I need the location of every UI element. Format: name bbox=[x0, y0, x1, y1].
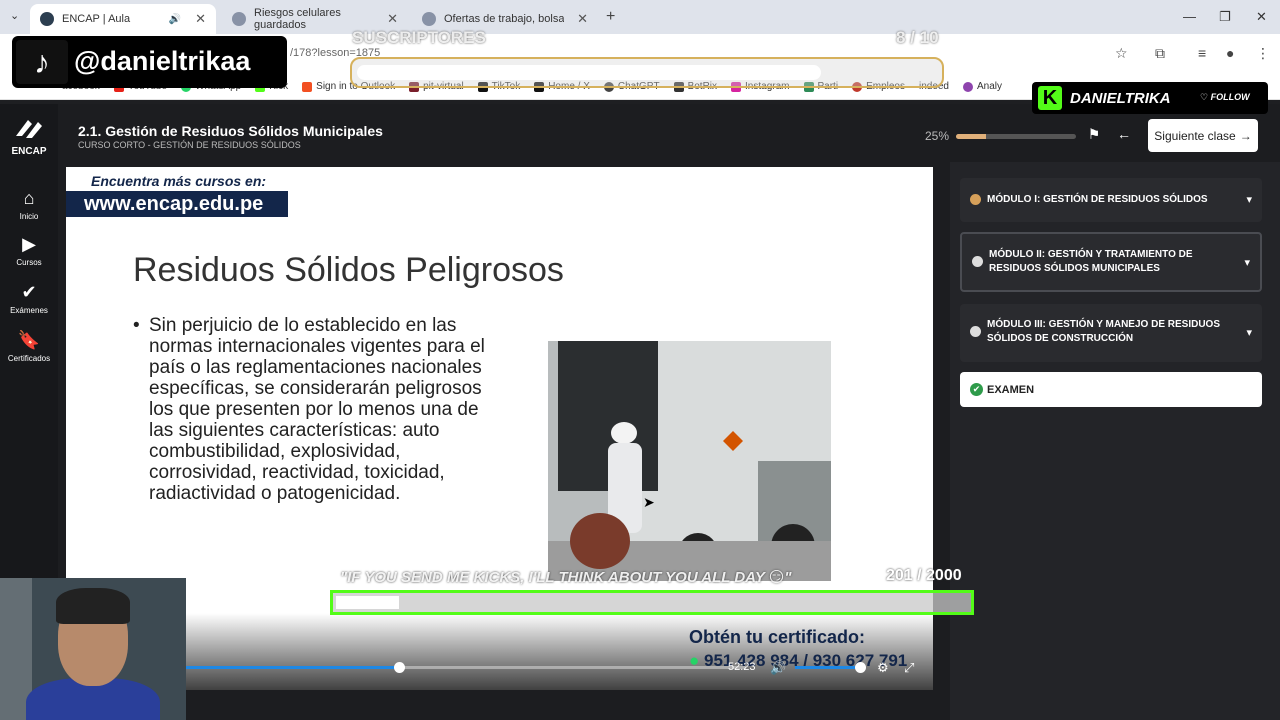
encap-favicon-icon bbox=[40, 12, 54, 26]
volume-icon[interactable]: 🔊 bbox=[770, 660, 786, 676]
close-tab-icon[interactable]: ✕ bbox=[195, 11, 206, 27]
nav-examenes[interactable]: ✔ Exámenes bbox=[0, 282, 58, 315]
slide-title: Residuos Sólidos Peligrosos bbox=[133, 251, 564, 289]
course-progress-bar bbox=[956, 134, 1076, 139]
exam-button[interactable]: ✔ EXAMEN bbox=[960, 372, 1262, 407]
menu-icon[interactable]: ⋮ bbox=[1256, 45, 1270, 62]
media-icon[interactable]: ≡ bbox=[1198, 45, 1206, 61]
scrubber-handle[interactable] bbox=[393, 662, 405, 673]
truck-photo bbox=[548, 341, 831, 581]
extensions-icon[interactable]: ⧉ bbox=[1155, 45, 1165, 62]
globe-favicon-icon bbox=[232, 12, 246, 26]
close-tab-icon[interactable]: ✕ bbox=[387, 11, 398, 27]
new-tab-icon[interactable]: + bbox=[606, 8, 615, 26]
flag-button[interactable]: ⚑ bbox=[1081, 121, 1107, 147]
promo-banner: Encuentra más cursos en: www.encap.edu.p… bbox=[66, 167, 288, 217]
module-2[interactable]: MÓDULO II: GESTIÓN Y TRATAMIENTO DE RESI… bbox=[960, 232, 1262, 292]
check-icon: ✔ bbox=[21, 282, 37, 302]
subscriber-goal-fill bbox=[357, 65, 821, 80]
video-scrubber[interactable] bbox=[186, 662, 746, 673]
microsoft-icon bbox=[302, 81, 313, 92]
restore-icon[interactable]: ❐ bbox=[1219, 9, 1231, 25]
tab-list-dropdown-icon[interactable]: ⌄ bbox=[10, 9, 19, 22]
encap-app: ENCAP ⌂ Inicio ▶ Cursos ✔ Exámenes 🔖 Cer… bbox=[0, 104, 1280, 720]
analytics-icon bbox=[963, 81, 973, 92]
arrow-right-icon: → bbox=[1239, 128, 1252, 143]
volume-slider[interactable] bbox=[795, 666, 860, 669]
bookmark-icon: 🔖 bbox=[17, 330, 41, 350]
tiktok-logo-icon: ♪ bbox=[16, 40, 68, 84]
browser-tabbar: ⌄ ENCAP | Aula 🔊 ✕ Riesgos celulares gua… bbox=[0, 0, 1280, 34]
subscriber-goal-count: 8 / 10 bbox=[896, 28, 939, 47]
kicks-goal-bar bbox=[330, 590, 974, 615]
tab-title: ENCAP | Aula bbox=[62, 13, 131, 25]
star-icon[interactable]: ☆ bbox=[1115, 45, 1128, 62]
course-subtitle: CURSO CORTO - GESTIÓN DE RESIDUOS SÓLIDO… bbox=[78, 140, 301, 150]
module-status-dot bbox=[972, 256, 983, 267]
nav-cursos[interactable]: ▶ Cursos bbox=[0, 234, 58, 267]
profile-icon[interactable]: ● bbox=[1226, 45, 1234, 61]
play-icon: ▶ bbox=[22, 234, 36, 254]
chevron-down-icon: ▾ bbox=[1246, 327, 1252, 339]
slide-bullet: • Sin perjuicio de lo establecido en las… bbox=[133, 315, 485, 504]
tiktok-username-badge: ♪ @danieltrikaa bbox=[12, 36, 287, 88]
speaker-icon[interactable]: 🔊 bbox=[169, 14, 181, 25]
flag-icon: ⚑ bbox=[1087, 125, 1101, 142]
chevron-down-icon: ▾ bbox=[1246, 194, 1252, 206]
bookmark-analytics[interactable]: Analy bbox=[963, 81, 1002, 92]
module-1[interactable]: MÓDULO I: GESTIÓN DE RESIDUOS SÓLIDOS ▾ bbox=[960, 178, 1262, 222]
fullscreen-icon[interactable]: ⤢ bbox=[904, 660, 914, 676]
tab-title: Ofertas de trabajo, bolsa de tra bbox=[444, 13, 564, 25]
home-icon: ⌂ bbox=[23, 188, 35, 208]
close-window-icon[interactable]: ✕ bbox=[1256, 9, 1267, 25]
encap-logo[interactable]: ENCAP bbox=[8, 116, 50, 157]
next-lesson-button[interactable]: Siguiente clase → bbox=[1148, 119, 1258, 152]
volume-handle[interactable] bbox=[855, 662, 866, 673]
lesson-title: 2.1. Gestión de Residuos Sólidos Municip… bbox=[78, 123, 383, 139]
mouse-cursor-icon: ➤ bbox=[643, 494, 655, 510]
module-status-dot bbox=[970, 326, 981, 337]
chevron-down-icon: ▾ bbox=[1244, 257, 1250, 269]
course-progress-label: 25% bbox=[925, 129, 950, 143]
kicks-goal-fill bbox=[336, 596, 400, 609]
modules-panel: MÓDULO I: GESTIÓN DE RESIDUOS SÓLIDOS ▾ … bbox=[950, 162, 1280, 720]
minimize-icon[interactable]: — bbox=[1183, 9, 1196, 24]
kick-logo-icon: K bbox=[1038, 86, 1062, 110]
kicks-goal-text: "IF YOU SEND ME KICKS, I'LL THINK ABOUT … bbox=[340, 569, 792, 586]
scrubber-played bbox=[186, 666, 399, 669]
subscriber-goal-label: SUSCRIPTORES bbox=[352, 28, 486, 47]
kicks-goal-count: 201 / 2000 bbox=[886, 567, 962, 584]
close-tab-icon[interactable]: ✕ bbox=[577, 11, 588, 27]
encap-logo-icon bbox=[16, 120, 42, 138]
previous-lesson-button[interactable]: ← bbox=[1111, 121, 1137, 147]
settings-gear-icon[interactable]: ⚙ bbox=[877, 660, 889, 676]
hazardous-waste-truck-image bbox=[548, 341, 831, 581]
follow-label: ♡ FOLLOW bbox=[1200, 92, 1250, 102]
arrow-left-icon: ← bbox=[1117, 126, 1131, 142]
module-status-dot bbox=[970, 194, 981, 205]
subscriber-goal-bar bbox=[350, 57, 944, 88]
nav-inicio[interactable]: ⌂ Inicio bbox=[0, 188, 58, 221]
webcam-overlay bbox=[0, 578, 186, 720]
tab-encap[interactable]: ENCAP | Aula 🔊 ✕ bbox=[30, 4, 216, 34]
module-3[interactable]: MÓDULO III: GESTIÓN Y MANEJO DE RESIDUOS… bbox=[960, 304, 1262, 362]
course-progress-fill bbox=[956, 134, 986, 139]
info-favicon-icon bbox=[422, 12, 436, 26]
kick-follow-badge: K DANIELTRIKA ♡ FOLLOW bbox=[1032, 82, 1268, 114]
check-circle-icon: ✔ bbox=[970, 383, 983, 396]
nav-certificados[interactable]: 🔖 Certificados bbox=[0, 330, 58, 363]
certificate-promo: Obtén tu certificado: bbox=[689, 627, 866, 647]
video-time: 52:23 bbox=[728, 661, 756, 673]
